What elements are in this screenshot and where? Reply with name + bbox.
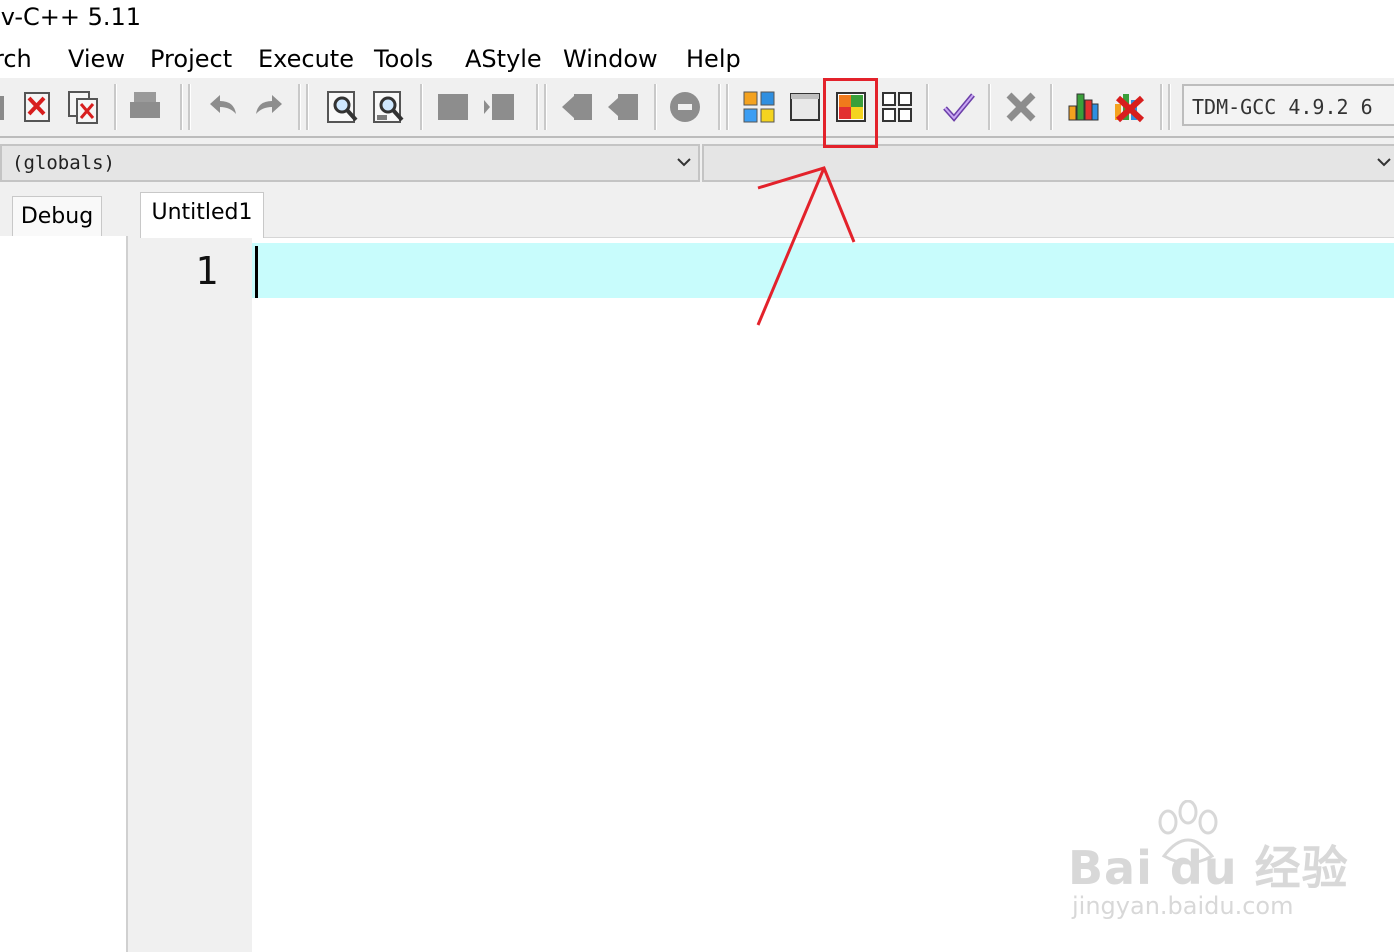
toolbar-separator: [188, 84, 191, 130]
goto-icon[interactable]: [668, 90, 702, 124]
redo-icon[interactable]: [252, 90, 286, 124]
new-window-icon[interactable]: [788, 90, 822, 124]
menu-window[interactable]: Window: [563, 40, 658, 78]
chevron-down-icon: [676, 154, 692, 170]
menu-astyle[interactable]: AStyle: [465, 40, 542, 78]
tab-debug[interactable]: Debug: [12, 196, 102, 236]
menu-view[interactable]: View: [68, 40, 125, 78]
menu-search[interactable]: rch: [0, 40, 32, 78]
delete-icon[interactable]: [1004, 90, 1038, 124]
arrow-annotation: [756, 166, 856, 326]
undo-icon[interactable]: [206, 90, 240, 124]
toolbar-separator: [1050, 84, 1053, 130]
window-title: ev-C++ 5.11: [0, 3, 142, 31]
close-file-icon[interactable]: [20, 90, 54, 124]
compiler-select[interactable]: TDM-GCC 4.9.2 6: [1182, 84, 1394, 126]
debug-panel-body: [0, 236, 128, 952]
print-icon[interactable]: [128, 90, 162, 124]
text-caret: [255, 246, 258, 298]
toolbar-separator: [988, 84, 991, 130]
toolbar-separator: [420, 84, 423, 130]
line-number-gutter: [146, 238, 252, 952]
toolbar-separator: [536, 84, 539, 130]
line-number: 1: [195, 249, 218, 293]
bookmark-next-icon[interactable]: [606, 90, 640, 124]
scope-combo-value: (globals): [12, 152, 115, 174]
grid-icon[interactable]: [880, 90, 914, 124]
indent-icon[interactable]: [436, 90, 470, 124]
toolbar-separator: [298, 84, 301, 130]
menu-help[interactable]: Help: [686, 40, 741, 78]
watermark-main: Bai du 经验: [1068, 841, 1349, 895]
chart-icon[interactable]: [1066, 90, 1100, 124]
toolbar-separator: [1168, 84, 1171, 130]
toolbar-separator: [1160, 84, 1163, 130]
toolbar-separator: [654, 84, 657, 130]
toolbar-separator: [180, 84, 183, 130]
watermark-url: jingyan.baidu.com: [1072, 892, 1294, 920]
find-icon[interactable]: [326, 90, 360, 124]
toolbar-separator: [926, 84, 929, 130]
scope-combo[interactable]: (globals): [0, 144, 700, 182]
toolbar-separator: [306, 84, 309, 130]
unindent-icon[interactable]: [482, 90, 516, 124]
stop-icon[interactable]: [1112, 90, 1146, 124]
toolbar-separator: [718, 84, 721, 130]
menu-bar: rch View Project Execute Tools AStyle Wi…: [0, 40, 1394, 78]
class-browser-bar: (globals): [0, 136, 1394, 192]
tab-untitled1[interactable]: Untitled1: [140, 192, 264, 238]
bookmark-prev-icon[interactable]: [560, 90, 594, 124]
toolbar-separator: [726, 84, 729, 130]
check-icon[interactable]: [942, 90, 976, 124]
new-project-icon[interactable]: [742, 90, 776, 124]
toolbar-separator: [544, 84, 547, 130]
highlight-box: [823, 78, 878, 148]
toolbar-separator: [114, 84, 117, 130]
baidu-watermark: Bai du 经验 jingyan.baidu.com: [1068, 800, 1348, 930]
menu-project[interactable]: Project: [150, 40, 232, 78]
close-all-icon[interactable]: [66, 90, 100, 124]
replace-icon[interactable]: [372, 90, 406, 124]
menu-execute[interactable]: Execute: [258, 40, 354, 78]
save-icon[interactable]: [0, 90, 8, 124]
chevron-down-icon: [1376, 154, 1392, 170]
menu-tools[interactable]: Tools: [374, 40, 433, 78]
